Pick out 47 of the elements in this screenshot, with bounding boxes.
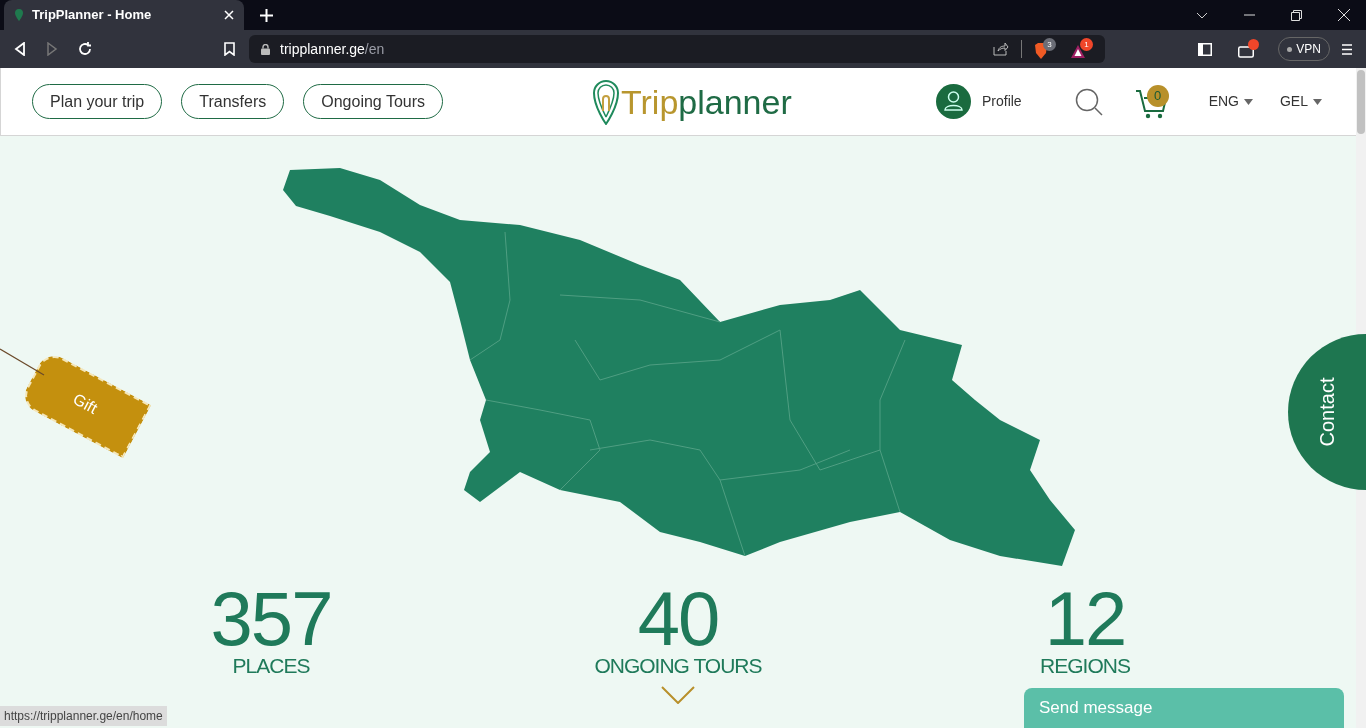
site-logo[interactable]: Tripplanner [593, 78, 792, 125]
nav-button[interactable]: Transfers [181, 84, 285, 119]
fingerprint-pin-icon [593, 78, 620, 125]
contact-tab[interactable]: Contact [1288, 334, 1366, 490]
stat-label: REGIONS [1040, 654, 1130, 678]
badge-count: 3 [1043, 38, 1056, 51]
caret-icon [1313, 98, 1322, 105]
stat-label: ONGOING TOURS [594, 654, 762, 678]
reload-icon[interactable] [78, 42, 92, 56]
pin-logo-icon [14, 8, 24, 22]
wallet-button[interactable] [1238, 39, 1261, 59]
string-line [0, 347, 46, 377]
close-icon[interactable] [1338, 9, 1350, 21]
lock-icon [261, 43, 270, 55]
nav-button[interactable]: Plan your trip [32, 84, 163, 119]
menu-icon[interactable] [1342, 43, 1352, 55]
logo-text: Tripplanner [621, 84, 792, 119]
language-dropdown[interactable]: ENG [1208, 91, 1253, 112]
status-url: https://tripplanner.ge/en/home [0, 706, 167, 726]
shield-button[interactable]: 3 [1034, 38, 1056, 60]
profile-link[interactable]: Profile [935, 84, 1022, 119]
rewards-button[interactable]: 1 [1070, 38, 1093, 60]
share-icon[interactable] [993, 42, 1009, 56]
chevron-down-icon[interactable] [1196, 11, 1208, 19]
stat-label: PLACES [232, 654, 310, 678]
stat-value: 12 [1044, 584, 1126, 654]
currency-dropdown[interactable]: GEL [1280, 91, 1322, 112]
restore-icon[interactable] [1291, 9, 1302, 21]
browser-tab[interactable]: TripPlanner - Home [4, 0, 244, 30]
wallet-icon [1238, 45, 1255, 58]
scrollbar-thumb[interactable] [1357, 70, 1365, 134]
new-tab-icon[interactable] [260, 8, 273, 22]
url-text: tripplanner.ge/en [280, 39, 385, 59]
back-icon[interactable] [14, 42, 26, 56]
tab-title: TripPlanner - Home [32, 6, 153, 25]
search-icon[interactable] [1074, 87, 1103, 116]
user-avatar-icon [935, 84, 971, 119]
forward-icon[interactable] [46, 42, 58, 56]
stat-value: 357 [210, 584, 332, 654]
caret-icon [1244, 98, 1253, 105]
stat-value: 40 [637, 584, 719, 654]
nav-button[interactable]: Ongoing Tours [303, 84, 444, 119]
cart-count-badge: 0 [1146, 84, 1169, 107]
sidebar-icon[interactable] [1198, 42, 1213, 56]
bookmark-icon[interactable] [224, 42, 235, 56]
badge-count: 1 [1080, 38, 1093, 51]
address-bar[interactable]: tripplanner.ge/en 3 1 [249, 35, 1105, 63]
